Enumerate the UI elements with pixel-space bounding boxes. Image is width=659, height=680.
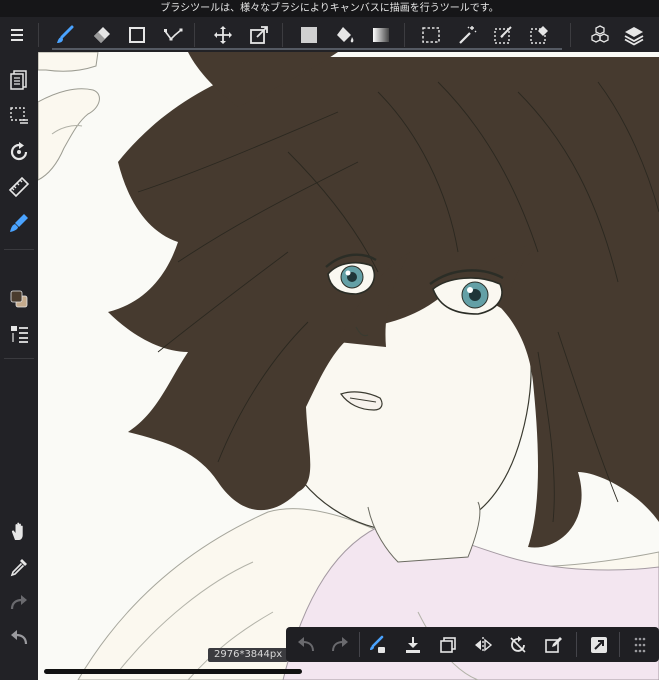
- grip-dots-icon[interactable]: [622, 627, 657, 662]
- toolbar-divider: [194, 23, 195, 47]
- hand-sketch: [38, 52, 100, 181]
- toolbar-divider: [38, 23, 39, 47]
- select-pen-icon[interactable]: [486, 17, 520, 52]
- toolbar-divider: [576, 632, 577, 657]
- eyedropper-icon[interactable]: [3, 552, 35, 582]
- copy-icon[interactable]: [430, 627, 465, 662]
- canvas-size-label: 2976*3844px: [208, 648, 289, 662]
- toolbar-divider: [570, 23, 571, 47]
- flip-horizontal-icon[interactable]: [465, 627, 500, 662]
- layer-list-icon[interactable]: [3, 319, 35, 349]
- download-icon[interactable]: [395, 627, 430, 662]
- move-arrows-icon[interactable]: [206, 17, 240, 52]
- bottom-toolbar: [286, 627, 659, 662]
- color-swatch-icon[interactable]: [3, 284, 35, 314]
- brush-swap-icon[interactable]: [360, 627, 395, 662]
- hand-icon[interactable]: [3, 516, 35, 546]
- rotate-reset-icon[interactable]: [500, 627, 535, 662]
- home-indicator: [44, 669, 302, 674]
- undo-icon[interactable]: [288, 627, 323, 662]
- edit-square-icon[interactable]: [535, 627, 570, 662]
- select-eraser-icon[interactable]: [522, 17, 556, 52]
- selection-list-icon[interactable]: [3, 101, 35, 131]
- cubes-icon[interactable]: [583, 17, 617, 52]
- toolbar-underline: [52, 48, 562, 50]
- toolbar-divider: [282, 23, 283, 47]
- brush-icon[interactable]: [48, 17, 82, 52]
- gradient-icon[interactable]: [364, 17, 398, 52]
- paint-bucket-icon[interactable]: [328, 17, 362, 52]
- sidebar-divider: [4, 358, 34, 359]
- top-toolbar: [0, 17, 659, 52]
- ruler-icon[interactable]: [3, 172, 35, 202]
- fill-rect-icon[interactable]: [292, 17, 326, 52]
- toolbar-divider: [404, 23, 405, 47]
- marquee-select-icon[interactable]: [414, 17, 448, 52]
- magic-wand-icon[interactable]: [450, 17, 484, 52]
- status-bar: ブラシツールは、様々なブラシによりキャンバスに描画を行うツールです。: [0, 0, 659, 17]
- rotate-icon[interactable]: [3, 137, 35, 167]
- edit-points-icon[interactable]: [156, 17, 190, 52]
- layers-icon[interactable]: [617, 17, 651, 52]
- sidebar-divider: [4, 249, 34, 250]
- hamburger-menu-icon[interactable]: [0, 17, 34, 52]
- redo-icon[interactable]: [3, 588, 35, 618]
- transform-icon[interactable]: [242, 17, 276, 52]
- tool-hint-text: ブラシツールは、様々なブラシによりキャンバスに描画を行うツールです。: [160, 3, 499, 14]
- undo-icon[interactable]: [3, 623, 35, 653]
- drawing-canvas[interactable]: [38, 52, 659, 680]
- artwork: [38, 52, 659, 680]
- brush-settings-icon[interactable]: [3, 208, 35, 238]
- left-sidebar: [0, 52, 38, 680]
- fullscreen-arrow-icon[interactable]: [581, 627, 616, 662]
- toolbar-divider: [619, 632, 620, 657]
- redo-icon[interactable]: [322, 627, 357, 662]
- eraser-icon[interactable]: [84, 17, 118, 52]
- square-outline-icon[interactable]: [120, 17, 154, 52]
- document-icon[interactable]: [3, 65, 35, 95]
